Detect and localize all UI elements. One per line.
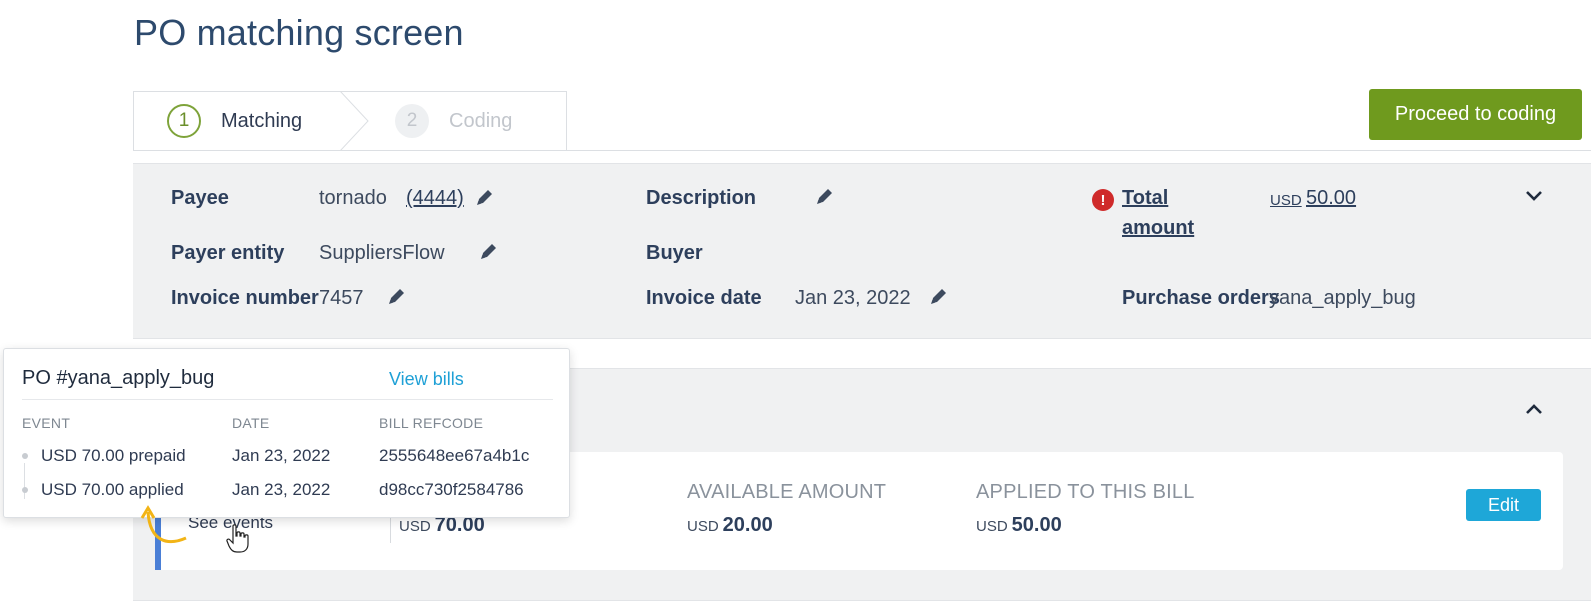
date-cell: Jan 23, 2022 [232, 446, 331, 465]
proceed-to-coding-button[interactable]: Proceed to coding [1369, 89, 1582, 140]
collapse-po-panel-chevron-up-icon[interactable] [1524, 401, 1544, 417]
total-amount-label-line1[interactable]: Total [1122, 187, 1168, 210]
annotation-arrow-icon [138, 498, 198, 550]
timeline-dot [22, 453, 28, 459]
payee-label: Payee [171, 187, 229, 209]
step-matching[interactable]: 1 Matching [167, 92, 302, 150]
event-cell: USD 70.00 applied [41, 480, 184, 499]
edit-payee-pencil-icon[interactable] [474, 186, 496, 208]
invoice-date-label: Invoice date [646, 287, 762, 309]
collapse-header-chevron-down-icon[interactable] [1524, 188, 1544, 204]
popover-divider [22, 399, 553, 400]
applied-currency: USD [976, 518, 1008, 535]
step-number: 2 [395, 104, 429, 138]
available-amount-value: USD 20.00 [687, 514, 773, 537]
warning-info-icon[interactable]: ! [1092, 189, 1114, 211]
available-number: 20.00 [722, 514, 773, 536]
po-events-popover: PO #yana_apply_bug View bills EVENT DATE… [3, 348, 570, 518]
payer-entity-value: SuppliersFlow [319, 242, 445, 264]
edit-invoice-number-pencil-icon[interactable] [386, 285, 408, 307]
payee-value: tornado [319, 187, 387, 209]
description-label: Description [646, 187, 757, 209]
edit-payer-entity-pencil-icon[interactable] [478, 240, 500, 262]
edit-description-pencil-icon[interactable] [814, 185, 836, 207]
total-currency: USD [1270, 192, 1302, 209]
date-cell: Jan 23, 2022 [232, 480, 331, 499]
payer-entity-label: Payer entity [171, 242, 285, 264]
invoice-date-value: Jan 23, 2022 [795, 287, 911, 309]
view-bills-link[interactable]: View bills [389, 369, 464, 390]
purchase-orders-value: yana_apply_bug [1269, 287, 1416, 309]
timeline-dot [22, 487, 28, 493]
stepper: 1 Matching 2 Coding [133, 91, 567, 151]
edit-invoice-date-pencil-icon[interactable] [928, 285, 950, 307]
buyer-label: Buyer [646, 242, 703, 264]
applied-to-bill-label: APPLIED TO THIS BILL [976, 481, 1195, 503]
hand-pointer-cursor-icon [226, 524, 250, 554]
column-header-date: DATE [232, 415, 270, 431]
payee-code-link[interactable]: (4444) [406, 187, 464, 210]
total-amount-value: 50.00 [1306, 187, 1357, 209]
refcode-cell[interactable]: d98cc730f2584786 [379, 480, 524, 500]
step-coding[interactable]: 2 Coding [395, 92, 512, 150]
column-header-event: EVENT [22, 415, 71, 431]
stepper-divider [567, 150, 1591, 151]
applied-to-bill-value: USD 50.00 [976, 514, 1062, 537]
available-currency: USD [687, 518, 719, 535]
invoice-number-value: 7457 [319, 287, 364, 309]
total-amount-label-line2[interactable]: amount [1122, 217, 1194, 240]
popover-title: PO #yana_apply_bug [22, 367, 215, 389]
event-cell: USD 70.00 prepaid [41, 446, 186, 465]
column-header-bill-refcode: BILL REFCODE [379, 415, 484, 431]
refcode-cell[interactable]: 2555648ee67a4b1c [379, 446, 529, 466]
applied-number: 50.00 [1011, 514, 1062, 536]
step-label: Coding [449, 109, 513, 132]
edit-button[interactable]: Edit [1466, 489, 1541, 521]
available-amount-label: AVAILABLE AMOUNT [687, 481, 887, 503]
purchase-orders-label: Purchase orders [1122, 287, 1280, 309]
po-amount-currency: USD [399, 518, 431, 535]
page-title: PO matching screen [134, 12, 464, 53]
timeline-line [24, 463, 25, 499]
step-label: Matching [221, 109, 303, 132]
invoice-number-label: Invoice number [171, 287, 319, 309]
step-number: 1 [167, 104, 201, 138]
